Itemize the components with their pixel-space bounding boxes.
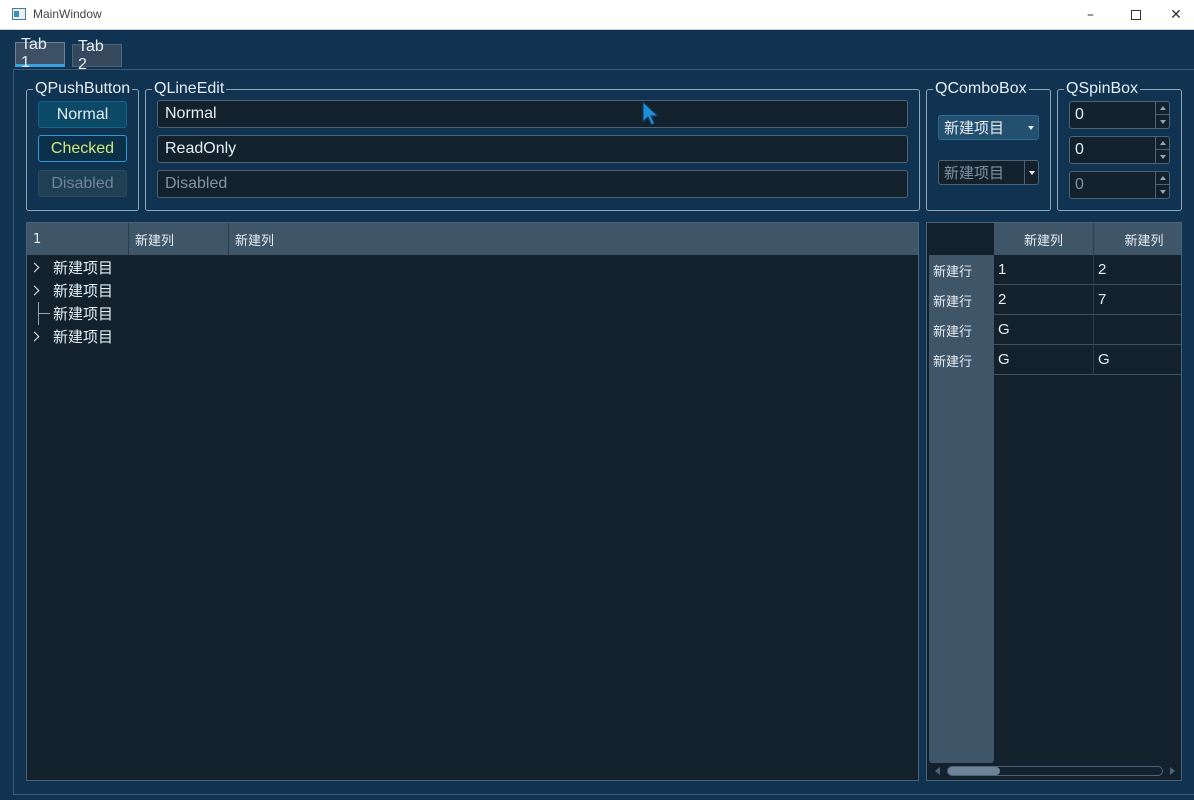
maximize-icon bbox=[1130, 10, 1141, 20]
horizontal-scrollbar[interactable] bbox=[929, 764, 1181, 778]
table-column-header[interactable]: 新建列 bbox=[994, 223, 1094, 255]
tree-item-label: 新建项目 bbox=[53, 259, 114, 277]
expand-chevron-icon[interactable] bbox=[27, 256, 52, 279]
table-cell[interactable]: 2 bbox=[1094, 255, 1181, 285]
table-cell[interactable]: G bbox=[1094, 345, 1181, 375]
spin-down-icon bbox=[1156, 185, 1169, 198]
tree-header: 1 新建列 新建列 bbox=[27, 223, 918, 255]
push-button-group-title: QPushButton bbox=[33, 80, 133, 98]
table-cell[interactable]: 7 bbox=[1094, 285, 1181, 315]
tree-item-label: 新建项目 bbox=[53, 305, 114, 323]
spin-box-value: 0 bbox=[1075, 176, 1084, 193]
spin-box-value: 0 bbox=[1075, 141, 1084, 158]
scroll-thumb[interactable] bbox=[948, 767, 1000, 775]
line-edit-group-title: QLineEdit bbox=[152, 80, 227, 98]
readonly-line-edit[interactable]: ReadOnly bbox=[157, 135, 908, 163]
spin-box-value: 0 bbox=[1075, 106, 1084, 123]
spin-down-icon[interactable] bbox=[1156, 115, 1169, 128]
tree-item[interactable]: 新建项目 bbox=[27, 256, 327, 279]
spin-up-icon bbox=[1156, 172, 1169, 185]
tree-item[interactable]: 新建项目 bbox=[27, 279, 327, 302]
window-title: MainWindow bbox=[33, 7, 102, 21]
combo-box-value: 新建项目 bbox=[944, 164, 1005, 182]
table-row-header[interactable]: 新建行 bbox=[929, 315, 994, 345]
combo-box-group: QComboBox 新建项目 新建项目 bbox=[926, 80, 1051, 211]
table-cell[interactable]: G bbox=[994, 315, 1094, 345]
table-row-header[interactable]: 新建行 bbox=[929, 285, 994, 315]
tree-column-header[interactable]: 1 bbox=[27, 223, 129, 255]
scroll-right-icon[interactable] bbox=[1170, 767, 1175, 775]
combo-arrow-icon[interactable] bbox=[1024, 116, 1038, 139]
expand-chevron-icon[interactable] bbox=[27, 279, 52, 302]
line-edit-group: QLineEdit Normal ReadOnly Disabled bbox=[145, 80, 920, 211]
spin-box-1[interactable]: 0 bbox=[1069, 101, 1170, 129]
app-icon bbox=[12, 8, 26, 20]
combo-box-value: 新建项目 bbox=[944, 119, 1005, 137]
table-cell[interactable]: 2 bbox=[994, 285, 1094, 315]
branch-line-icon bbox=[27, 302, 52, 325]
tree-item-label: 新建项目 bbox=[53, 328, 114, 346]
tree-widget[interactable]: 1 新建列 新建列 新建项目 新建项目 新建项目 新建项目 bbox=[26, 222, 919, 781]
combo-box-group-title: QComboBox bbox=[933, 80, 1029, 98]
tree-item-label: 新建项目 bbox=[53, 282, 114, 300]
spin-down-icon[interactable] bbox=[1156, 150, 1169, 163]
tree-item[interactable]: 新建项目 bbox=[27, 325, 327, 348]
checked-button[interactable]: Checked bbox=[38, 135, 127, 162]
spin-box-2[interactable]: 0 bbox=[1069, 136, 1170, 164]
tab-1[interactable]: Tab 1 bbox=[15, 36, 65, 71]
normal-line-edit[interactable]: Normal bbox=[157, 100, 908, 128]
tab-2[interactable]: Tab 2 bbox=[72, 38, 122, 73]
tree-column-header[interactable]: 新建列 bbox=[229, 223, 918, 255]
title-bar[interactable]: MainWindow – ✕ bbox=[0, 0, 1194, 30]
disabled-combo-box: 新建项目 bbox=[938, 160, 1039, 185]
expand-chevron-icon[interactable] bbox=[27, 325, 52, 348]
table-cell[interactable] bbox=[1094, 315, 1181, 345]
disabled-line-edit: Disabled bbox=[157, 170, 908, 198]
table-column-header[interactable]: 新建列 bbox=[1094, 223, 1181, 255]
normal-button[interactable]: Normal bbox=[38, 101, 127, 128]
table-row-header[interactable]: 新建行 bbox=[929, 255, 994, 285]
table-widget[interactable]: 新建列 新建列 新建行 新建行 新建行 新建行 1 2 2 7 G G G bbox=[926, 222, 1182, 781]
spin-box-group-title: QSpinBox bbox=[1064, 80, 1141, 98]
table-row-header[interactable]: 新建行 bbox=[929, 345, 994, 375]
spin-box-3: 0 bbox=[1069, 171, 1170, 199]
table-corner[interactable] bbox=[929, 223, 994, 255]
tree-item[interactable]: 新建项目 bbox=[27, 302, 327, 325]
spin-box-group: QSpinBox 0 0 0 bbox=[1057, 80, 1182, 211]
tree-column-header[interactable]: 新建列 bbox=[129, 223, 229, 255]
main-window: MainWindow – ✕ Tab 1 Tab 2 QPushButton N… bbox=[0, 0, 1194, 800]
scroll-left-icon[interactable] bbox=[935, 767, 940, 775]
combo-arrow-icon bbox=[1024, 161, 1038, 184]
push-button-group: QPushButton Normal Checked Disabled bbox=[26, 80, 139, 211]
maximize-button[interactable] bbox=[1113, 0, 1158, 30]
table-cell[interactable]: G bbox=[994, 345, 1094, 375]
close-button[interactable]: ✕ bbox=[1158, 0, 1194, 30]
minimize-button[interactable]: – bbox=[1068, 0, 1113, 30]
spin-up-icon[interactable] bbox=[1156, 137, 1169, 150]
disabled-button: Disabled bbox=[38, 170, 127, 197]
spin-up-icon[interactable] bbox=[1156, 102, 1169, 115]
active-combo-box[interactable]: 新建项目 bbox=[938, 115, 1039, 140]
mouse-cursor-icon bbox=[642, 101, 660, 126]
table-cell[interactable]: 1 bbox=[994, 255, 1094, 285]
